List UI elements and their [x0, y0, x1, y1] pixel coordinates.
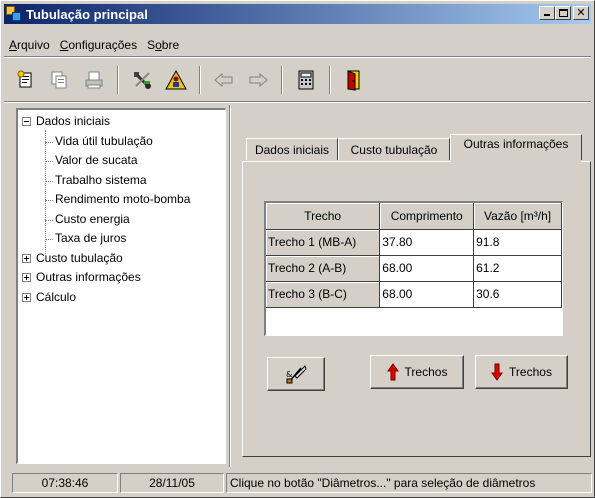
toolbar-separator [329, 66, 331, 94]
tree-node-custo-tubulacao[interactable]: Custo tubulação [18, 249, 225, 269]
warning-person-button[interactable] [161, 65, 191, 95]
expand-icon[interactable] [22, 273, 31, 282]
menu-sobre[interactable]: Sobre [142, 38, 184, 52]
tree-node-rendimento[interactable]: Rendimento moto-bomba [18, 190, 225, 210]
menu-bar: Arquivo Configurações Sobre [4, 35, 184, 55]
tree-node-trabalho-sistema[interactable]: Trabalho sistema [18, 171, 225, 191]
toolbar-separator [199, 66, 201, 94]
menu-arquivo[interactable]: Arquivo [4, 38, 55, 52]
tools-button[interactable] [127, 65, 157, 95]
forward-arrow-icon [249, 73, 268, 87]
new-report-button[interactable] [11, 65, 41, 95]
copy-report-button[interactable] [45, 65, 75, 95]
trechos-grid[interactable]: Trecho Comprimento Vazão [m³/h] Trecho 1… [264, 201, 563, 336]
comprimento-cell[interactable]: 68.00 [379, 281, 475, 308]
menu-configuracoes[interactable]: Configurações [55, 38, 142, 52]
tree-node-taxa-juros[interactable]: Taxa de juros [18, 229, 225, 249]
new-report-icon [17, 70, 32, 88]
row-label: Trecho 1 (MB-A) [266, 229, 381, 256]
minimize-button[interactable] [539, 6, 555, 20]
arrow-down-icon [491, 363, 504, 381]
table-row: Trecho 3 (B-C) 68.00 30.6 [266, 281, 562, 308]
status-message: Clique no botão "Diâmetros..." para sele… [226, 473, 592, 493]
column-header-trecho[interactable]: Trecho [266, 203, 381, 230]
row-label: Trecho 3 (B-C) [266, 281, 381, 308]
vazao-cell[interactable]: 61.2 [473, 255, 562, 282]
vazao-cell[interactable]: 91.8 [473, 229, 562, 256]
comprimento-cell[interactable]: 37.80 [379, 229, 475, 256]
maximize-icon [559, 9, 568, 17]
main-window: Tubulação principal ✕ Arquivo Configuraç… [0, 0, 595, 498]
expand-icon[interactable] [22, 292, 31, 302]
column-header-vazao[interactable]: Vazão [m³/h] [473, 203, 562, 230]
table-row: Trecho 2 (A-B) 68.00 61.2 [266, 255, 562, 282]
back-button[interactable] [209, 65, 239, 95]
column-header-comprimento[interactable]: Comprimento [379, 203, 475, 230]
toolbar [11, 60, 373, 100]
row-label: Trecho 2 (A-B) [266, 255, 381, 282]
add-trechos-button[interactable]: Trechos [370, 355, 464, 389]
toolbar-bottom-divider [4, 101, 591, 103]
comprimento-cell[interactable]: 68.00 [379, 255, 475, 282]
tab-dados-iniciais[interactable]: Dados iniciais [246, 138, 338, 160]
warning-person-icon [165, 69, 187, 90]
table-row: Trecho 1 (MB-A) 37.80 91.8 [266, 229, 562, 256]
status-date: 28/11/05 [120, 473, 224, 493]
collapse-icon[interactable] [22, 117, 31, 126]
maximize-button[interactable] [555, 6, 571, 20]
tree-node-dados-iniciais[interactable]: Dados iniciais [18, 112, 225, 132]
trechos-table: Trecho Comprimento Vazão [m³/h] Trecho 1… [266, 203, 562, 308]
status-time: 07:38:46 [12, 473, 118, 493]
toolbar-separator [281, 66, 283, 94]
title-bar[interactable]: Tubulação principal ✕ [4, 4, 591, 24]
expand-icon[interactable] [22, 253, 31, 263]
copy-report-icon [51, 71, 67, 89]
add-trechos-label: Trechos [404, 365, 448, 379]
panel-splitter[interactable] [229, 105, 231, 467]
exit-button[interactable] [339, 65, 369, 95]
close-button[interactable]: ✕ [573, 6, 589, 20]
eraser-icon: & [286, 365, 307, 384]
print-icon [85, 71, 103, 89]
tree-node-valor-sucata[interactable]: Valor de sucata [18, 151, 225, 171]
back-arrow-icon [214, 73, 233, 87]
tree-node-custo-energia[interactable]: Custo energia [18, 210, 225, 230]
tree-node-calculo[interactable]: Cálculo [18, 288, 225, 308]
arrow-up-icon [386, 363, 399, 381]
app-icon [6, 6, 22, 22]
table-header-row: Trecho Comprimento Vazão [m³/h] [266, 203, 562, 230]
print-button[interactable] [79, 65, 109, 95]
navigation-tree[interactable]: Dados iniciais Vida útil tubulação Valor… [16, 108, 226, 464]
calculator-button[interactable] [291, 65, 321, 95]
svg-text:&: & [286, 370, 292, 379]
forward-button[interactable] [243, 65, 273, 95]
minimize-icon [544, 14, 550, 16]
tree-node-outras-informacoes[interactable]: Outras informações [18, 268, 225, 288]
tab-outras-informacoes[interactable]: Outras informações [450, 134, 582, 160]
toolbar-top-divider [4, 56, 591, 58]
remove-trechos-label: Trechos [509, 365, 552, 379]
calculator-icon [298, 70, 314, 90]
clear-button[interactable]: & [267, 357, 325, 391]
close-icon: ✕ [576, 6, 586, 19]
exit-door-icon [347, 70, 360, 91]
tab-custo-tubulacao[interactable]: Custo tubulação [338, 138, 450, 160]
vazao-cell[interactable]: 30.6 [473, 281, 562, 308]
window-title: Tubulação principal [26, 6, 148, 22]
tree-node-vida-util[interactable]: Vida útil tubulação [18, 132, 225, 152]
tools-icon [134, 72, 151, 89]
remove-trechos-button[interactable]: Trechos [475, 355, 568, 389]
toolbar-separator [117, 66, 119, 94]
